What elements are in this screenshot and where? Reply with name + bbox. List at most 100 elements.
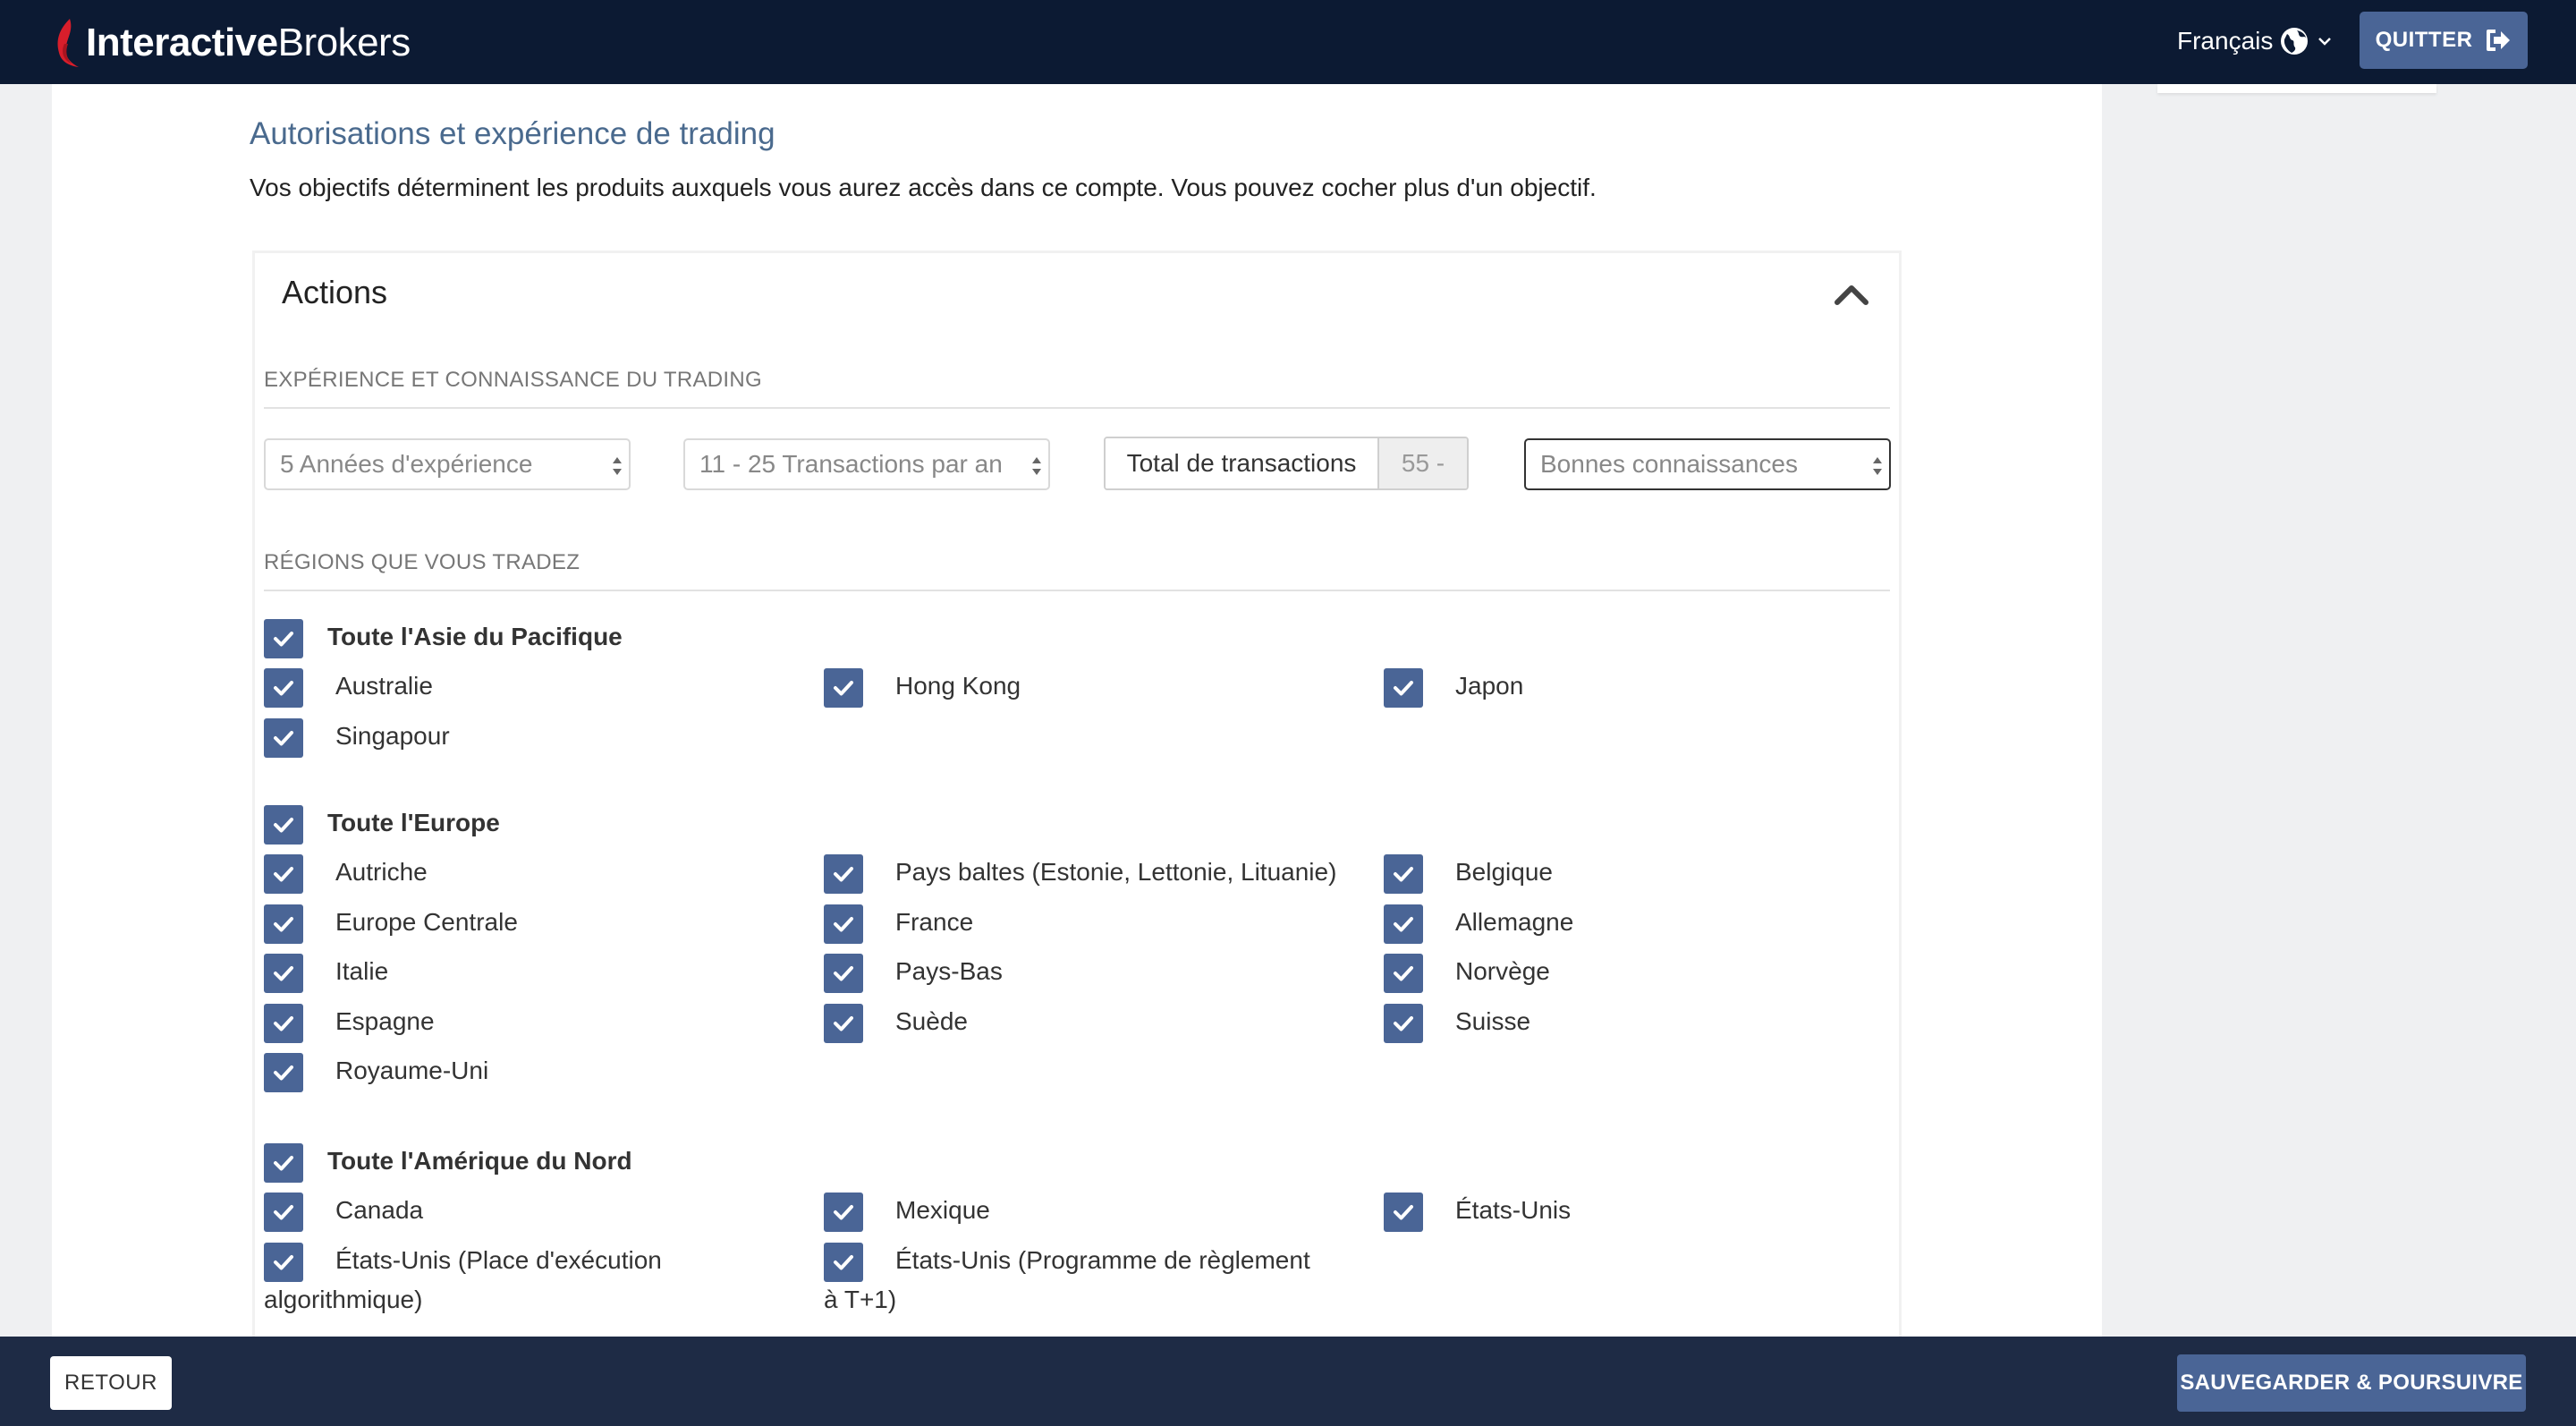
card-title: Actions [282,274,388,310]
checkmark-icon [274,867,293,882]
logo-flame-icon [57,19,79,67]
region-checkbox[interactable] [824,668,863,708]
region-label: Suède [895,1007,968,1035]
region-label: Allemagne [1455,908,1574,936]
region-checkbox[interactable] [824,954,863,993]
checkmark-icon [1394,966,1413,981]
divider [264,590,1890,591]
chevron-up-icon[interactable] [1834,281,1869,308]
quit-label: QUITTER [2375,28,2473,52]
sign-out-icon [2487,30,2511,51]
region-label: Royaume-Uni [335,1057,489,1084]
region-label: Norvège [1455,957,1550,985]
total-transactions-value: 55 - [1379,438,1467,488]
checkmark-icon [274,632,293,647]
region-checkbox[interactable] [1384,954,1423,993]
region-label: France [895,908,974,936]
region-label: Hong Kong [895,672,1021,700]
region-group-checkbox[interactable] [264,805,303,845]
total-transactions: Total de transactions 55 - [1104,437,1469,490]
total-transactions-label: Total de transactions [1106,438,1379,488]
checkmark-icon [834,1016,853,1031]
divider [264,407,1890,409]
knowledge-value: Bonnes connaissances [1540,450,1798,478]
checkmark-icon [274,681,293,696]
region-checkbox[interactable] [1384,1193,1423,1232]
checkmark-icon [274,1016,293,1031]
checkmark-icon [274,966,293,981]
knowledge-select[interactable]: Bonnes connaissances [1524,438,1891,490]
region-checkbox[interactable] [264,954,303,993]
region-checkbox[interactable] [824,854,863,894]
select-arrows-icon [1032,457,1041,475]
region-label: États-Unis (Programme de règlement à T+1… [824,1246,1310,1313]
region-label: Pays-Bas [895,957,1003,985]
checkmark-icon [834,1205,853,1220]
region-group-checkbox[interactable] [264,1143,303,1183]
page-title: Autorisations et expérience de trading [250,116,775,151]
region-checkbox[interactable] [264,718,303,758]
language-selector[interactable]: Français [2177,23,2334,59]
checkmark-icon [274,917,293,932]
region-label: Espagne [335,1007,435,1035]
region-checkbox[interactable] [1384,854,1423,894]
region-group-label: Toute l'Asie du Pacifique [327,623,623,650]
checkmark-icon [834,917,853,932]
logo: InteractiveBrokers [52,16,411,70]
region-group-label: Toute l'Amérique du Nord [327,1147,632,1175]
checkmark-icon [834,867,853,882]
region-group-checkbox[interactable] [264,619,303,658]
region-label: Mexique [895,1196,990,1224]
quit-button[interactable]: QUITTER [2360,12,2528,69]
checkmark-icon [1394,1016,1413,1031]
region-label: Belgique [1455,858,1553,886]
region-checkbox[interactable] [1384,1004,1423,1043]
region-checkbox[interactable] [824,904,863,944]
checkmark-icon [1394,1205,1413,1220]
language-label: Français [2177,27,2274,55]
checkmark-icon [834,966,853,981]
checkmark-icon [834,681,853,696]
years-experience-select[interactable]: 5 Années d'expérience [264,438,631,490]
region-label: Europe Centrale [335,908,518,936]
checkmark-icon [1394,917,1413,932]
region-label: Pays baltes (Estonie, Lettonie, Lituanie… [895,858,1337,886]
regions-section-label: RÉGIONS QUE VOUS TRADEZ [264,550,580,574]
region-checkbox[interactable] [1384,668,1423,708]
region-checkbox[interactable] [264,1193,303,1232]
region-checkbox[interactable] [824,1004,863,1043]
sidebar-panel [2157,84,2436,93]
page-intro: Vos objectifs déterminent les produits a… [250,174,1597,201]
checkmark-icon [1394,867,1413,882]
checkmark-icon [274,731,293,746]
region-checkbox[interactable] [264,1004,303,1043]
region-checkbox[interactable] [264,1053,303,1092]
back-button[interactable]: RETOUR [50,1356,172,1410]
region-label: États-Unis (Place d'exécution algorithmi… [264,1246,662,1313]
transactions-select[interactable]: 11 - 25 Transactions par an [683,438,1050,490]
region-label: Suisse [1455,1007,1531,1035]
select-arrows-icon [1873,457,1882,475]
region-label: Japon [1455,672,1524,700]
select-arrows-icon [613,457,622,475]
checkmark-icon [274,1205,293,1220]
region-label: Canada [335,1196,424,1224]
checkmark-icon [274,1156,293,1171]
years-experience-value: 5 Années d'expérience [280,450,533,478]
region-label: Singapour [335,722,450,750]
save-continue-button[interactable]: SAUVEGARDER & POURSUIVRE [2177,1354,2526,1412]
checkmark-icon [1394,681,1413,696]
region-checkbox[interactable] [264,904,303,944]
region-checkbox[interactable] [1384,904,1423,944]
region-label: Autriche [335,858,428,886]
region-label: Australie [335,672,433,700]
region-checkbox[interactable] [264,854,303,894]
region-checkbox[interactable] [264,668,303,708]
checkmark-icon [274,818,293,833]
globe-icon [2281,28,2309,55]
checkmark-icon [274,1065,293,1081]
region-label: États-Unis [1455,1196,1572,1224]
region-checkbox[interactable] [824,1193,863,1232]
top-bar: InteractiveBrokers Français QUITTER [0,0,2576,84]
chevron-down-icon [2318,38,2332,46]
